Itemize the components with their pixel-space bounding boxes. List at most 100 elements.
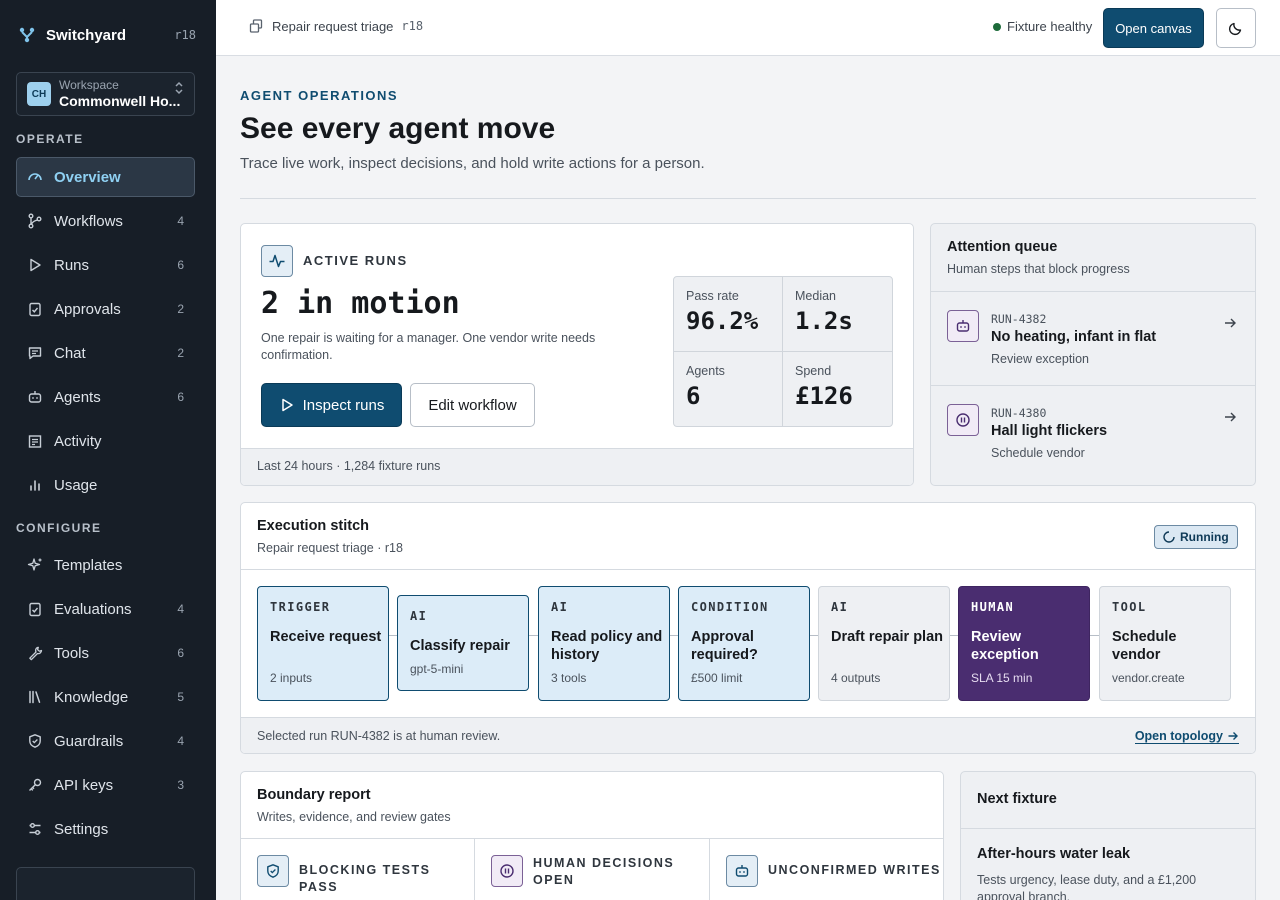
step-meta: gpt-5-mini bbox=[410, 662, 464, 676]
sidebar-item-label: API keys bbox=[54, 776, 114, 794]
library-icon bbox=[29, 690, 41, 704]
breadcrumb-revision: r18 bbox=[401, 19, 424, 33]
workflow-step-draft-plan[interactable]: AI Draft repair plan 4 outputs bbox=[818, 586, 950, 701]
divider bbox=[240, 198, 1256, 199]
sidebar-item-settings[interactable]: Settings bbox=[16, 809, 195, 849]
stat-label: Spend bbox=[795, 363, 832, 378]
stat-spend: Spend £126 bbox=[783, 352, 892, 427]
sidebar-item-guardrails[interactable]: Guardrails 4 bbox=[16, 721, 195, 761]
edit-workflow-button[interactable]: Edit workflow bbox=[410, 383, 535, 427]
workspace-avatar: CH bbox=[27, 82, 51, 106]
brand[interactable]: Switchyard r18 bbox=[18, 26, 196, 44]
sidebar: Switchyard r18 CH Workspace Commonwell H… bbox=[0, 0, 216, 900]
boundary-metric: HUMAN DECISIONS OPEN bbox=[475, 839, 710, 900]
pulse-icon bbox=[261, 245, 293, 277]
health-status: Fixture healthy bbox=[993, 19, 1092, 34]
pause-icon bbox=[947, 404, 979, 436]
workflow-step-schedule-vendor[interactable]: TOOL Schedule vendor vendor.create bbox=[1099, 586, 1231, 701]
attention-queue-subtitle: Human steps that block progress bbox=[947, 262, 1130, 276]
page-title: See every agent move bbox=[240, 112, 556, 145]
sidebar-item-templates[interactable]: Templates bbox=[16, 545, 195, 585]
sidebar-item-label: Activity bbox=[54, 432, 102, 450]
clipboard-check-icon bbox=[29, 302, 41, 317]
boundary-metric-label: HUMAN DECISIONS OPEN bbox=[533, 856, 675, 887]
boundary-metric-label: BLOCKING TESTS PASS bbox=[299, 863, 431, 894]
workflow-icon bbox=[28, 213, 42, 229]
stat-value: 6 bbox=[686, 381, 701, 410]
step-name: Receive request bbox=[270, 629, 382, 645]
breadcrumb[interactable]: Repair request triage r18 bbox=[248, 18, 423, 34]
breadcrumb-workflow: Repair request triage bbox=[272, 18, 394, 34]
active-runs-card: ACTIVE RUNS 2 in motion One repair is wa… bbox=[240, 223, 914, 486]
attention-queue-title: Attention queue bbox=[947, 239, 1058, 255]
sidebar-item-label: Approvals bbox=[54, 300, 121, 318]
stat-agents: Agents 6 bbox=[674, 351, 783, 426]
moon-icon bbox=[1228, 22, 1242, 36]
boundary-subtitle: Writes, evidence, and review gates bbox=[257, 810, 451, 824]
active-runs-label: ACTIVE RUNS bbox=[303, 253, 408, 268]
divider bbox=[241, 569, 1255, 570]
sidebar-item-agents[interactable]: Agents 6 bbox=[16, 377, 195, 417]
workflow-step-read-policy[interactable]: AI Read policy and history 3 tools bbox=[538, 586, 670, 701]
open-topology-link[interactable]: Open topology bbox=[1134, 729, 1239, 744]
inspect-runs-button[interactable]: Inspect runs bbox=[261, 383, 402, 427]
active-runs-description: One repair is waiting for a manager. One… bbox=[261, 331, 596, 362]
workflow-step-condition[interactable]: CONDITION Approval required? £500 limit bbox=[678, 586, 810, 701]
stat-label: Agents bbox=[686, 363, 725, 378]
sidebar-item-label: Knowledge bbox=[54, 688, 129, 706]
sidebar-item-overview[interactable]: Overview bbox=[16, 157, 195, 197]
queue-item-name: Hall light flickers bbox=[991, 423, 1108, 439]
next-fixture-name: After-hours water leak bbox=[977, 846, 1131, 862]
sidebar-item-label: Templates bbox=[54, 556, 123, 574]
stat-median: Median 1.2s bbox=[783, 277, 892, 352]
sidebar-item-evaluations[interactable]: Evaluations 4 bbox=[16, 589, 195, 629]
workflow-step-classify[interactable]: AI Classify repair gpt-5-mini bbox=[397, 595, 529, 691]
sidebar-item-label: Workflows bbox=[54, 212, 123, 230]
gauge-icon bbox=[28, 173, 42, 181]
theme-toggle-button[interactable] bbox=[1216, 8, 1256, 48]
sidebar-item-label: Agents bbox=[54, 388, 101, 406]
sidebar-item-approvals[interactable]: Approvals 2 bbox=[16, 289, 195, 329]
sidebar-item-api-keys[interactable]: API keys 3 bbox=[16, 765, 195, 805]
sidebar-item-tools[interactable]: Tools 6 bbox=[16, 633, 195, 673]
workspace-name: Commonwell Ho... bbox=[59, 93, 181, 109]
stat-value: 1.2s bbox=[795, 307, 853, 335]
chat-icon bbox=[28, 347, 42, 360]
nav-configure: Templates Evaluations 4 Tools 6 Knowledg… bbox=[16, 545, 195, 853]
queue-item[interactable]: RUN-4380 Hall light flickers Schedule ve… bbox=[931, 385, 1255, 479]
step-meta: 2 inputs bbox=[270, 671, 313, 685]
page-subtitle: Trace live work, inspect decisions, and … bbox=[240, 155, 705, 172]
sidebar-item-chat[interactable]: Chat 2 bbox=[16, 333, 195, 373]
step-meta: 4 outputs bbox=[831, 671, 881, 685]
workspace-switcher[interactable]: CH Workspace Commonwell Ho... bbox=[16, 72, 195, 116]
sidebar-item-count: 6 bbox=[177, 390, 184, 404]
step-type: TOOL bbox=[1112, 600, 1147, 614]
open-canvas-button[interactable]: Open canvas bbox=[1103, 8, 1204, 48]
sidebar-item-label: Runs bbox=[54, 256, 90, 274]
workflow-step-trigger[interactable]: TRIGGER Receive request 2 inputs bbox=[257, 586, 389, 701]
workspace-label: Workspace bbox=[59, 78, 119, 92]
page-eyebrow: AGENT OPERATIONS bbox=[240, 88, 399, 103]
sidebar-item-count: 5 bbox=[177, 690, 184, 704]
stat-label: Median bbox=[795, 289, 836, 303]
sidebar-item-runs[interactable]: Runs 6 bbox=[16, 245, 195, 285]
next-fixture-card[interactable]: Next fixture After-hours water leak Test… bbox=[960, 771, 1256, 900]
step-meta: SLA 15 min bbox=[971, 671, 1033, 685]
step-name: Read policy and history bbox=[551, 629, 663, 663]
step-type: TRIGGER bbox=[270, 600, 331, 614]
arrow-right-icon bbox=[1225, 412, 1236, 422]
sidebar-item-activity[interactable]: Activity bbox=[16, 421, 195, 461]
sidebar-item-label: Guardrails bbox=[54, 732, 124, 750]
execution-title: Execution stitch bbox=[257, 518, 369, 534]
sidebar-item-knowledge[interactable]: Knowledge 5 bbox=[16, 677, 195, 717]
queue-item[interactable]: RUN-4382 No heating, infant in flat Revi… bbox=[931, 291, 1255, 385]
sidebar-item-workflows[interactable]: Workflows 4 bbox=[16, 201, 195, 241]
sidebar-footer-panel[interactable] bbox=[16, 867, 195, 900]
sidebar-item-usage[interactable]: Usage bbox=[16, 465, 195, 505]
brand-name: Switchyard bbox=[46, 26, 127, 44]
workflow-step-human-review[interactable]: HUMAN Review exception SLA 15 min bbox=[958, 586, 1090, 701]
step-type: HUMAN bbox=[971, 600, 1015, 614]
sidebar-item-count: 4 bbox=[177, 602, 184, 616]
activity-icon bbox=[28, 435, 42, 448]
step-name: Draft repair plan bbox=[831, 629, 943, 645]
